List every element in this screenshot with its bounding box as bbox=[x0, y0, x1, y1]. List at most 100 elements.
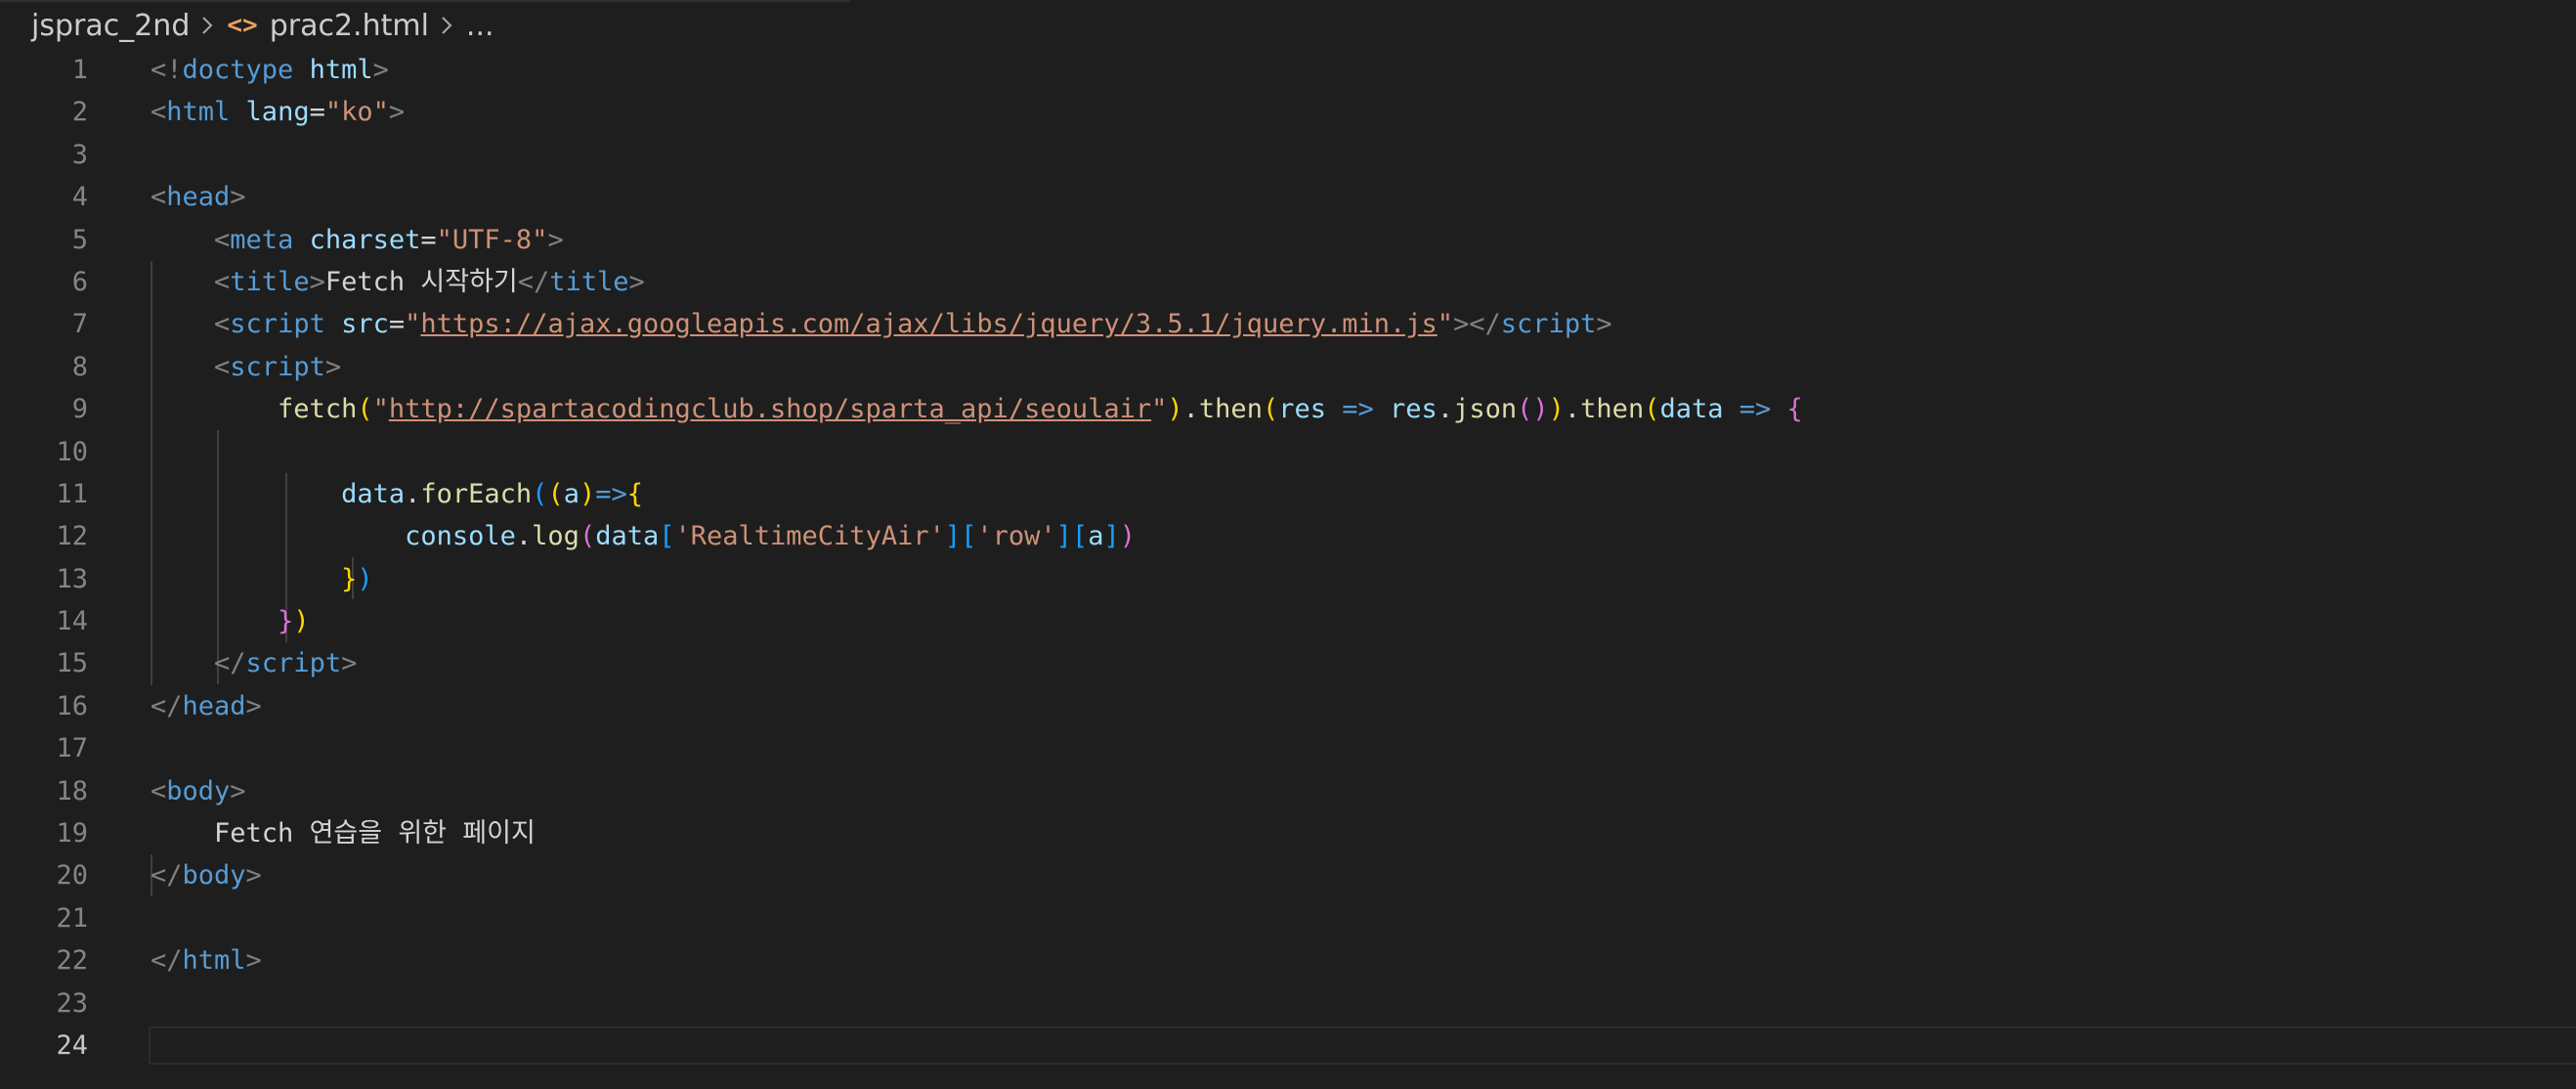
code-token: ) bbox=[293, 606, 310, 637]
line-number[interactable]: 21 bbox=[0, 897, 88, 939]
code-line-content: <title>Fetch 시작하기</title> bbox=[150, 261, 645, 303]
code-token: => bbox=[1723, 394, 1787, 425]
code-token: ) bbox=[1532, 394, 1549, 425]
code-line[interactable]: 16 </head> bbox=[0, 685, 2576, 727]
code-token: => bbox=[595, 478, 627, 509]
code-token: res bbox=[1390, 394, 1438, 425]
code-line-content: <meta charset="UTF-8"> bbox=[150, 219, 564, 261]
line-number[interactable]: 1 bbox=[0, 49, 88, 91]
code-line[interactable]: 2 <html lang="ko"> bbox=[0, 91, 2576, 133]
line-number[interactable]: 12 bbox=[0, 515, 88, 557]
code-token: . bbox=[1564, 394, 1581, 425]
code-token: a bbox=[1088, 521, 1104, 552]
code-line[interactable]: 22 </html> bbox=[0, 939, 2576, 981]
code-token: ] bbox=[1103, 521, 1120, 552]
code-line[interactable]: 17 bbox=[0, 727, 2576, 769]
code-token: = bbox=[309, 97, 325, 128]
line-number[interactable]: 9 bbox=[0, 388, 88, 430]
line-number[interactable]: 13 bbox=[0, 558, 88, 600]
code-line[interactable]: 6 <title>Fetch 시작하기</title> bbox=[0, 261, 2576, 303]
code-line[interactable]: 12 console.log(data['RealtimeCityAir']['… bbox=[0, 515, 2576, 557]
code-line[interactable]: 5 <meta charset="UTF-8"> bbox=[0, 219, 2576, 261]
line-number[interactable]: 22 bbox=[0, 939, 88, 981]
code-line[interactable]: 10 bbox=[0, 431, 2576, 473]
line-number[interactable]: 14 bbox=[0, 600, 88, 642]
code-link[interactable]: http://spartacodingclub.shop/sparta_api/… bbox=[389, 394, 1151, 424]
code-token: = bbox=[388, 309, 406, 340]
code-line[interactable]: 20 </body> bbox=[0, 854, 2576, 896]
code-line-content: <body> bbox=[150, 770, 246, 812]
line-number[interactable]: 6 bbox=[0, 261, 88, 303]
code-link[interactable]: https://ajax.googleapis.com/ajax/libs/jq… bbox=[420, 309, 1437, 339]
html-file-icon: <> bbox=[227, 11, 258, 40]
chevron-right-icon bbox=[199, 15, 215, 36]
code-line[interactable]: 14 }) bbox=[0, 600, 2576, 642]
line-number[interactable]: 8 bbox=[0, 346, 88, 388]
current-code-line[interactable]: 24 bbox=[0, 1024, 2576, 1067]
code-line[interactable]: 18 <body> bbox=[0, 770, 2576, 812]
code-line-content: Fetch 연습을 위한 페이지 bbox=[150, 812, 536, 854]
line-number[interactable]: 20 bbox=[0, 854, 88, 896]
code-line[interactable]: 15 </script> bbox=[0, 642, 2576, 684]
code-token: </ bbox=[150, 860, 183, 892]
code-token: ( bbox=[579, 521, 596, 552]
code-line[interactable]: 9 fetch("http://spartacodingclub.shop/sp… bbox=[0, 388, 2576, 430]
code-token: title bbox=[230, 266, 310, 297]
code-line-content: }) bbox=[150, 558, 373, 600]
code-token: script bbox=[230, 309, 325, 340]
code-line[interactable]: 3 bbox=[0, 134, 2576, 176]
line-number[interactable]: 18 bbox=[0, 770, 88, 812]
code-token: > bbox=[230, 775, 246, 806]
code-token: < bbox=[150, 775, 167, 806]
line-number[interactable]: 17 bbox=[0, 727, 88, 769]
breadcrumb-more[interactable]: ... bbox=[466, 9, 494, 43]
code-token: } bbox=[278, 606, 294, 637]
code-token: . bbox=[405, 478, 421, 509]
code-editor[interactable]: 1 <!doctype html> 2 <html lang="ko"> 3 4… bbox=[0, 49, 2576, 1067]
code-line-content: }) bbox=[150, 600, 310, 642]
line-number[interactable]: 2 bbox=[0, 91, 88, 133]
line-number[interactable]: 23 bbox=[0, 982, 88, 1024]
code-token: console bbox=[405, 521, 516, 552]
code-token: log bbox=[532, 521, 580, 552]
code-line[interactable]: 21 bbox=[0, 897, 2576, 939]
code-line[interactable]: 13 }) bbox=[0, 558, 2576, 600]
code-token: src bbox=[324, 309, 389, 340]
code-line[interactable]: 8 <script> bbox=[0, 346, 2576, 388]
code-token: body bbox=[166, 775, 231, 806]
code-token: ) bbox=[579, 478, 596, 509]
code-token: </ bbox=[1469, 309, 1501, 340]
code-line[interactable]: 7 <script src="https://ajax.googleapis.c… bbox=[0, 303, 2576, 345]
code-token: . bbox=[1182, 394, 1199, 425]
code-line[interactable]: 23 bbox=[0, 982, 2576, 1024]
line-number[interactable]: 15 bbox=[0, 642, 88, 684]
code-token: </ bbox=[150, 690, 183, 721]
code-token: < bbox=[150, 182, 167, 213]
code-line[interactable]: 11 data.forEach((a)=>{ bbox=[0, 473, 2576, 515]
breadcrumb-file[interactable]: prac2.html bbox=[270, 9, 429, 43]
code-line[interactable]: 4 <head> bbox=[0, 176, 2576, 218]
line-number[interactable]: 7 bbox=[0, 303, 88, 345]
breadcrumb-folder[interactable]: jsprac_2nd bbox=[31, 9, 190, 43]
line-number[interactable]: 4 bbox=[0, 176, 88, 218]
line-number[interactable]: 24 bbox=[0, 1024, 88, 1067]
code-token: " bbox=[405, 309, 421, 340]
line-number[interactable]: 16 bbox=[0, 685, 88, 727]
line-number[interactable]: 3 bbox=[0, 134, 88, 176]
code-token: => bbox=[1326, 394, 1391, 425]
code-token: "ko" bbox=[324, 97, 389, 128]
code-token: > bbox=[245, 690, 262, 721]
line-number[interactable]: 10 bbox=[0, 431, 88, 473]
code-token: script bbox=[245, 648, 342, 679]
code-line[interactable]: 1 <!doctype html> bbox=[0, 49, 2576, 91]
code-token: </ bbox=[517, 266, 550, 297]
line-number[interactable]: 11 bbox=[0, 473, 88, 515]
line-number[interactable]: 5 bbox=[0, 219, 88, 261]
code-token: " bbox=[372, 394, 389, 425]
breadcrumb: jsprac_2nd <> prac2.html ... bbox=[31, 6, 494, 45]
code-line[interactable]: 19 Fetch 연습을 위한 페이지 bbox=[0, 812, 2576, 854]
line-number[interactable]: 19 bbox=[0, 812, 88, 854]
